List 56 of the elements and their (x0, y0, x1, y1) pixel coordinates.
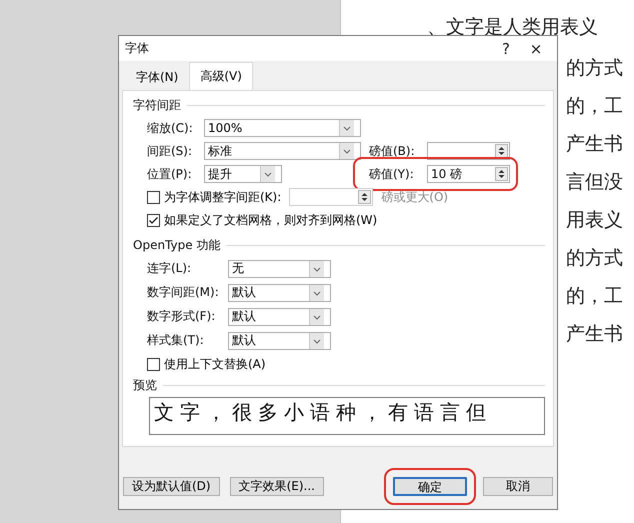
section-title: 预览 (133, 377, 157, 394)
field-label: 连字(L): (147, 260, 192, 277)
dropdown[interactable]: 标准 (204, 142, 361, 160)
help-button[interactable]: ? (491, 40, 521, 58)
checkbox[interactable] (147, 214, 160, 226)
tab[interactable]: 字体(N) (127, 65, 188, 90)
field-label: 数字间距(M): (147, 284, 220, 301)
field-label: 磅值(Y): (369, 166, 415, 182)
document-text: 的方式 (566, 56, 624, 80)
size-field[interactable] (289, 188, 374, 206)
close-button[interactable]: × (521, 40, 551, 58)
field-label: 样式集(T): (147, 332, 205, 349)
document-text: 的，工 (566, 284, 624, 308)
dialog-button[interactable]: 文字效果(E)... (230, 477, 324, 496)
window-title: 字体 (125, 40, 150, 57)
document-text: 用表义 (566, 208, 624, 232)
dropdown[interactable]: 默认 (228, 332, 331, 350)
checkbox[interactable] (147, 190, 160, 204)
spinner-arrows-icon[interactable] (495, 144, 508, 158)
section-title: OpenType 功能 (133, 237, 220, 254)
spinner-arrows-icon[interactable] (358, 190, 372, 204)
field-label: 磅或更大(O) (381, 188, 448, 206)
field-label: 缩放(C): (147, 120, 194, 136)
dropdown[interactable]: 100% (204, 119, 361, 137)
field-value: 100% (208, 121, 242, 135)
dialog-button[interactable]: 取消 (483, 477, 553, 496)
document-text: 的方式 (566, 246, 624, 270)
preview-text: 文字，很多小语种，有语言但 (153, 399, 493, 426)
dropdown[interactable]: 提升 (204, 165, 282, 183)
checkbox-label: 使用上下文替换(A) (164, 356, 266, 372)
document-text: 产生书 (566, 322, 624, 346)
dropdown[interactable]: 无 (228, 260, 331, 278)
spin-field[interactable]: 10 磅 (427, 165, 510, 183)
dropdown[interactable]: 默认 (228, 308, 331, 326)
dropdown[interactable]: 默认 (228, 284, 331, 302)
document-text: 的，工 (566, 94, 624, 118)
checkbox[interactable] (147, 358, 160, 370)
field-value: 10 磅 (431, 166, 462, 182)
dialog-button[interactable]: 设为默认值(D) (123, 477, 220, 496)
field-label: 间距(S): (147, 142, 194, 160)
document-text: 产生书 (566, 132, 624, 156)
section-title: 字符间距 (133, 97, 181, 114)
spinner-arrows-icon[interactable] (495, 167, 508, 181)
field-value: 提升 (208, 166, 232, 182)
field-label: 数字形式(F): (147, 308, 216, 325)
checkbox-label: 如果定义了文档网格，则对齐到网格(W) (164, 212, 378, 228)
field-label: 位置(P): (147, 166, 193, 182)
field-value: 默认 (232, 332, 256, 349)
tab[interactable]: 高级(V) (189, 62, 253, 91)
checkbox-label: 为字体调整字间距(K): (164, 188, 282, 206)
field-value: 默认 (232, 308, 256, 325)
field-label: 磅值(B): (369, 142, 416, 160)
document-text: 言但没 (566, 170, 624, 194)
field-value: 默认 (232, 284, 256, 301)
field-value: 无 (232, 260, 244, 277)
field-value: 标准 (208, 142, 232, 160)
